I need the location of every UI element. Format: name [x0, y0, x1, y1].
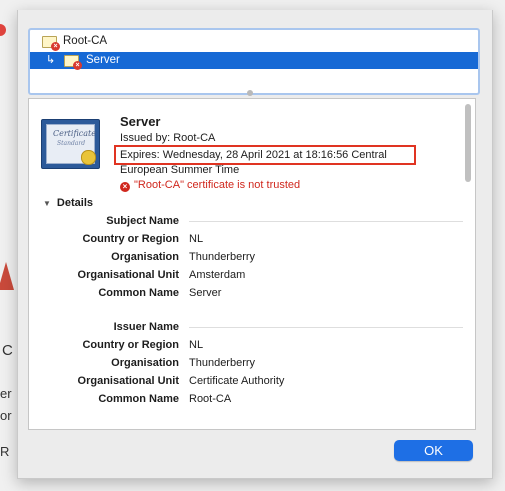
error-x-icon: × [120, 182, 130, 192]
certificate-chain-list[interactable]: × Root-CA ↳ × Server [28, 28, 480, 95]
detail-value: Server [189, 287, 222, 299]
certificate-untrusted-icon: × [64, 55, 82, 70]
background-text-fragment: C [2, 342, 13, 359]
detail-value: Thunderberry [189, 251, 256, 263]
background-text-fragment: R [0, 444, 10, 459]
detail-value: Root-CA [189, 393, 232, 405]
detail-row: Country or Region NL [29, 337, 475, 353]
split-view-handle[interactable] [247, 90, 253, 96]
detail-row: Organisational Unit Amsterdam [29, 267, 475, 283]
chain-item-label: Root-CA [63, 35, 108, 47]
divider [189, 221, 463, 222]
detail-key: Common Name [98, 393, 179, 405]
expires-text: Expires: Wednesday, 28 April 2021 at 18:… [120, 149, 387, 161]
certificate-standard-icon: Certificate Standard [41, 119, 100, 169]
section-heading-label: Issuer Name [113, 321, 179, 333]
detail-value: NL [189, 339, 204, 351]
certificate-icon-text: Standard [57, 140, 86, 147]
detail-value: Certificate Authority [189, 375, 285, 387]
ok-button[interactable]: OK [394, 440, 473, 461]
detail-value: Thunderberry [189, 357, 256, 369]
trust-status-text: "Root-CA" certificate is not trusted [134, 179, 301, 191]
background-text-fragment: or [0, 408, 12, 423]
detail-key: Organisational Unit [77, 269, 179, 281]
details-label: Details [56, 197, 93, 209]
detail-row: Common Name Root-CA [29, 391, 475, 407]
expires-text-continued: European Summer Time [120, 164, 240, 176]
detail-key: Organisational Unit [77, 375, 179, 387]
trust-status: × "Root-CA" certificate is not trusted [120, 179, 300, 192]
detail-row: Country or Region NL [29, 231, 475, 247]
certificate-sheet: × Root-CA ↳ × Server Certificate Standar… [17, 10, 493, 479]
divider [189, 327, 463, 328]
disclosure-triangle-icon: ▼ [43, 199, 51, 208]
detail-value: Amsterdam [189, 269, 246, 281]
detail-key: Country or Region [82, 233, 179, 245]
certificate-name: Server [120, 114, 161, 129]
detail-key: Organisation [111, 357, 179, 369]
details-disclosure[interactable]: ▼ Details [43, 197, 93, 209]
detail-value: NL [189, 233, 204, 245]
background-close-dot [0, 24, 6, 36]
indent-arrow-icon: ↳ [46, 54, 56, 66]
section-heading-label: Subject Name [106, 215, 179, 227]
detail-key: Common Name [98, 287, 179, 299]
chain-item-label: Server [86, 54, 120, 66]
detail-row: Organisation Thunderberry [29, 249, 475, 265]
certificate-detail-panel[interactable]: Certificate Standard Server Issued by: R… [28, 98, 476, 430]
detail-key: Country or Region [82, 339, 179, 351]
certificate-untrusted-icon: × [42, 36, 60, 51]
chain-item-server[interactable]: ↳ × Server [30, 52, 478, 70]
detail-row: Organisational Unit Certificate Authorit… [29, 373, 475, 389]
certificate-icon-text: Certificate [53, 129, 96, 138]
background-text-fragment: er [0, 386, 12, 401]
issued-by-text: Issued by: Root-CA [120, 132, 216, 144]
seal-icon [81, 150, 96, 165]
detail-row: Organisation Thunderberry [29, 355, 475, 371]
detail-row: Common Name Server [29, 285, 475, 301]
background-warning-icon [0, 262, 14, 290]
vertical-scrollbar[interactable] [465, 104, 471, 182]
chain-item-root-ca[interactable]: × Root-CA [30, 33, 478, 51]
detail-key: Organisation [111, 251, 179, 263]
